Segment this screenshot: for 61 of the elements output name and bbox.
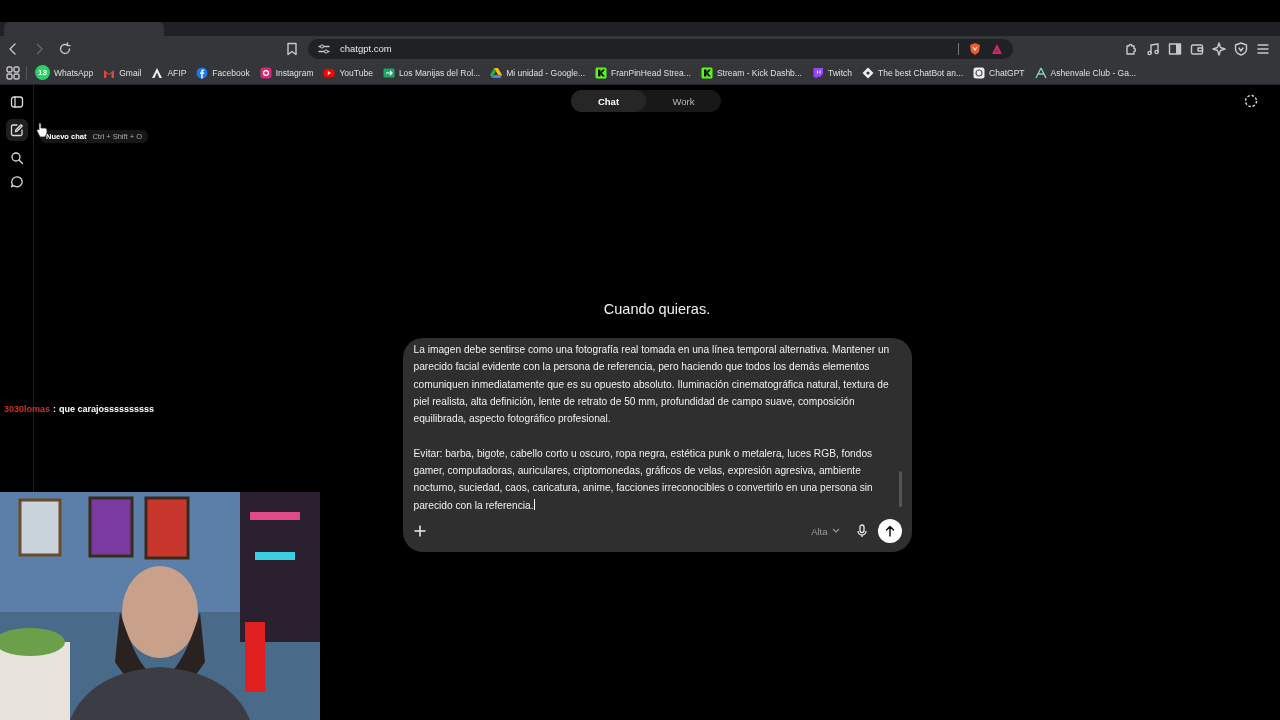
letter-a-icon <box>151 66 164 79</box>
music-note-icon[interactable] <box>1146 41 1160 56</box>
bookmark-item[interactable]: ChatGPT <box>971 66 1027 79</box>
microphone-icon[interactable] <box>855 524 868 538</box>
k-logo-icon <box>595 66 608 79</box>
url-text: chatgpt.com <box>340 43 392 54</box>
youtube-icon <box>323 66 336 79</box>
arrow-sign-icon <box>382 66 395 79</box>
bookmark-item[interactable]: Los Manijas del Rol... <box>380 66 483 79</box>
badge: 13 <box>35 65 50 80</box>
page-heading: Cuando quieras. <box>603 301 711 317</box>
mode-tab[interactable]: Chat <box>571 90 646 112</box>
bookmark-item[interactable]: Twitch <box>809 66 855 79</box>
wallet-icon[interactable] <box>1190 41 1204 56</box>
search-icon[interactable] <box>9 151 24 165</box>
triangle-icon[interactable] <box>991 42 1003 55</box>
shield-icon[interactable] <box>969 41 981 56</box>
send-button[interactable] <box>877 519 902 543</box>
apps-grid-icon[interactable] <box>6 65 20 80</box>
bookmark-item[interactable]: FranPinHead Strea... <box>593 66 693 79</box>
bookmark-item[interactable]: Gmail <box>101 66 144 79</box>
sidebar-panel-icon[interactable] <box>1168 41 1182 56</box>
bookmark-item[interactable]: Ashenvale Club - Ga... <box>1032 66 1139 79</box>
puzzle-icon[interactable] <box>1124 41 1138 56</box>
bookmark-item[interactable]: YouTube <box>321 66 375 79</box>
menu-icon[interactable] <box>1256 41 1270 56</box>
plus-icon[interactable] <box>413 525 426 537</box>
diamond-icon <box>862 66 875 79</box>
bookmark-item[interactable]: Mi unidad - Google... <box>488 66 588 79</box>
bookmark-item[interactable]: The best ChatBot an... <box>860 66 966 79</box>
chat-separator: : <box>53 404 57 414</box>
temporary-chat-icon[interactable] <box>1244 94 1258 108</box>
k-logo-icon <box>700 66 713 79</box>
sparkle-icon[interactable] <box>1212 41 1226 56</box>
scrollbar[interactable] <box>898 471 902 507</box>
shield-icon[interactable] <box>1234 41 1248 56</box>
drive-icon <box>490 66 503 79</box>
message-field[interactable]: La imagen debe sentirse como una fotografía real tomada en una línea temporal alternativa. Mantener un parecido facial evidente con la persona de referencia, pero haciendo que todos los demás elementos comuniquen inmediatamente que es su opuesto absoluto. Iluminación cinematográfica natural, textura de piel realista, alta definición, lente de retrato de 50 mm, profundidad de campo suave, composición equilibrada, aspecto fotográfico profesional. Evitar: barba, bigote, cabello corto u oscuro, ropa negra, estética punk o metalera, luces RGB, fondos gamer, computadoras, auriculares, criptomonedas, gráficos de velas, expresión agresiva, ambiente nocturno, suciedad, caos, caricatura, anime, facciones irreconocibles o convertirlo en una persona sin parecido con la referencia. <box>413 341 896 518</box>
letter-a-icon <box>1034 66 1047 79</box>
twitch-icon <box>811 66 824 79</box>
address-bar[interactable]: chatgpt.com <box>308 38 1013 59</box>
chat-bubble-icon[interactable] <box>9 175 24 189</box>
model-dropdown[interactable]: Alta <box>811 525 840 537</box>
chat-message: que carajossssssssss <box>59 404 155 414</box>
reload-icon[interactable] <box>58 41 72 56</box>
bookmark-icon[interactable] <box>286 41 298 56</box>
bookmark-item[interactable]: Stream - Kick Dashb... <box>698 66 804 79</box>
site-settings-icon[interactable] <box>318 42 330 55</box>
instagram-icon <box>259 66 272 79</box>
mode-tab[interactable]: Work <box>646 90 721 112</box>
bookmark-item[interactable]: AFIP <box>149 66 189 79</box>
facebook-icon <box>196 66 209 79</box>
bookmark-item[interactable]: Instagram <box>257 66 316 79</box>
bookmark-item[interactable]: 13 WhatsApp <box>33 65 96 80</box>
new-chat-button[interactable] <box>5 119 28 141</box>
chevron-down-icon <box>831 528 840 534</box>
sidebar-toggle-icon[interactable] <box>9 95 24 109</box>
chat-username: 3030lomas <box>4 404 51 414</box>
arrow-up-icon <box>884 525 895 537</box>
edit-icon <box>9 123 24 137</box>
bookmark-item[interactable]: Facebook <box>194 66 252 79</box>
